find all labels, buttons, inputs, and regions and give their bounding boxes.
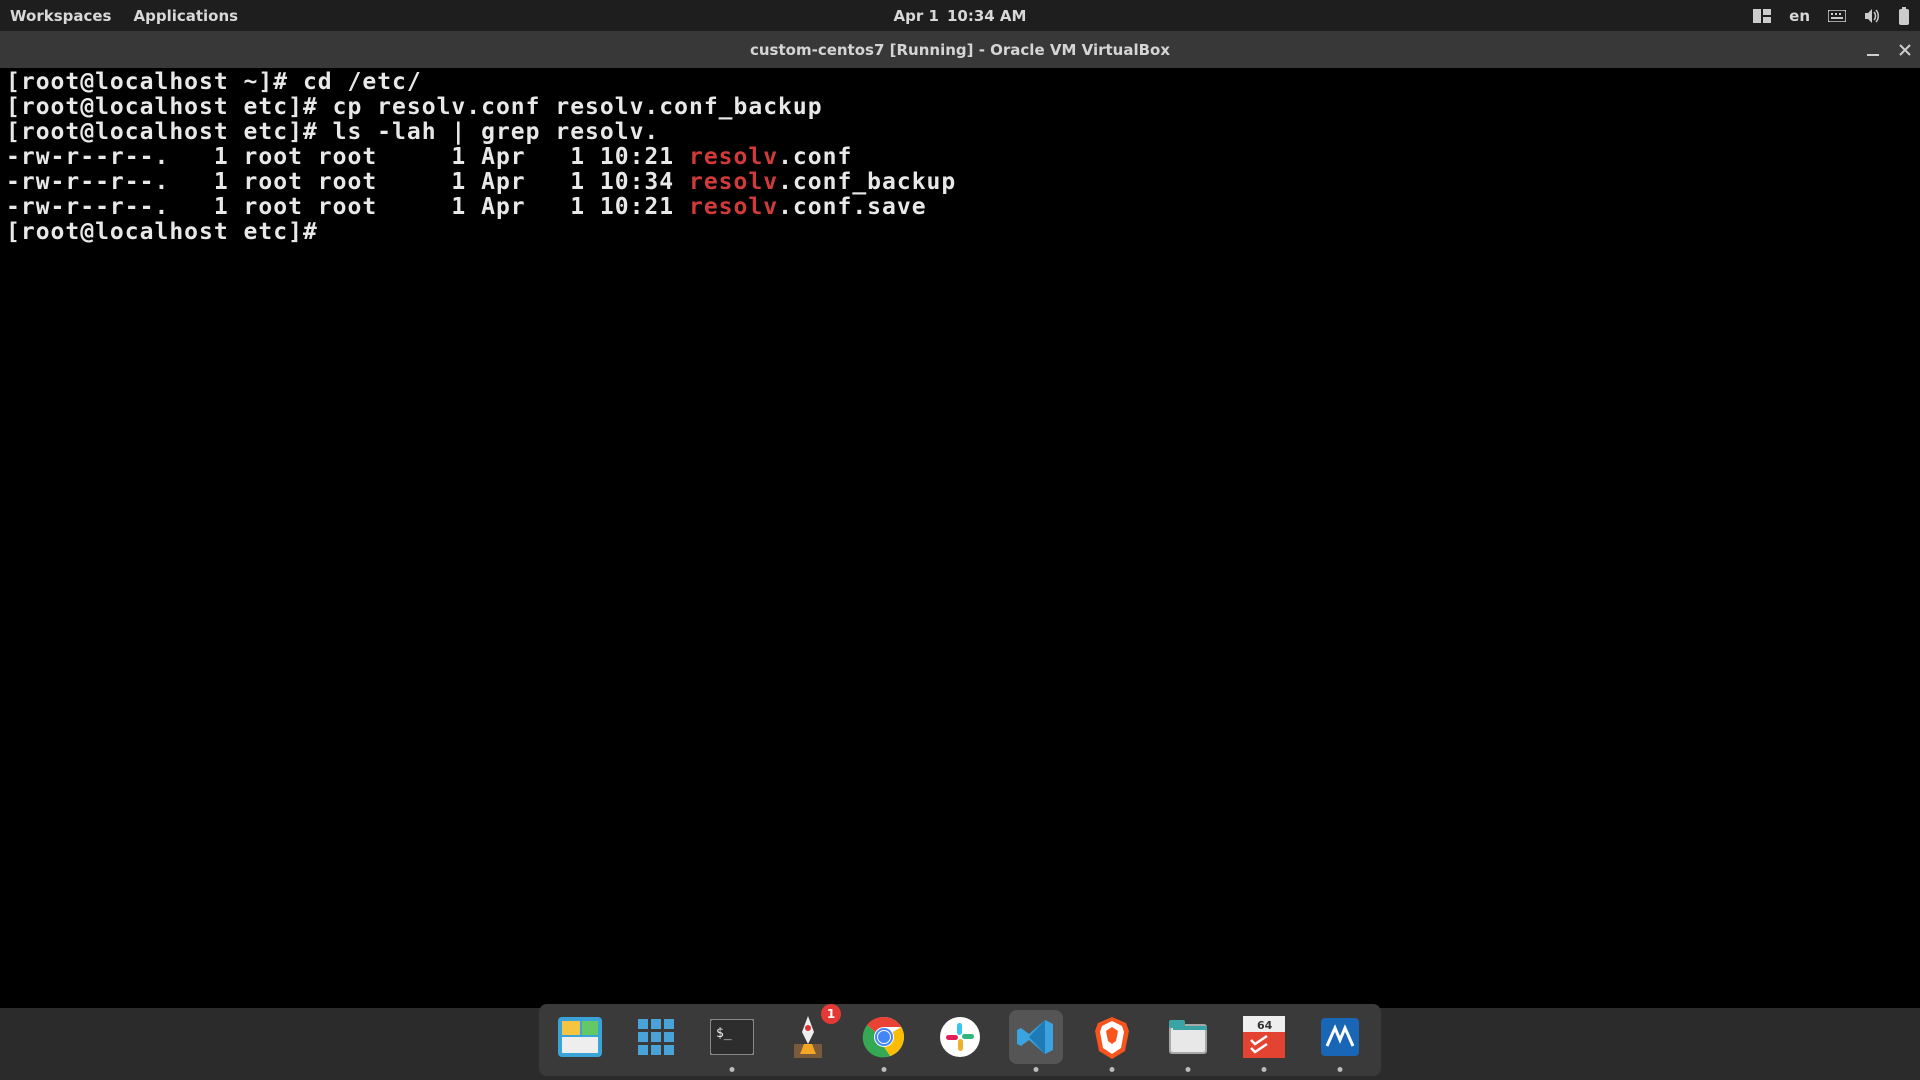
window-titlebar[interactable]: custom-centos7 [Running] - Oracle VM Vir… [0,31,1920,68]
virtualbox-icon[interactable] [1313,1010,1367,1064]
keyboard-icon[interactable] [1828,10,1846,22]
dock: $_ 1 64 [539,1004,1381,1076]
slack-icon[interactable] [933,1010,987,1064]
clock[interactable]: Apr 1 10:34 AM [894,7,1027,25]
svg-text:$_: $_ [716,1026,732,1041]
language-indicator[interactable]: en [1789,7,1810,25]
running-indicator-dot [730,1067,735,1072]
calendar-todoist-icon[interactable]: 64 [1237,1010,1291,1064]
minimize-button[interactable] [1866,43,1880,57]
svg-text:64: 64 [1257,1019,1273,1032]
running-indicator-dot [1262,1067,1267,1072]
window-title: custom-centos7 [Running] - Oracle VM Vir… [750,41,1170,59]
battery-icon[interactable] [1898,7,1910,25]
brave-icon[interactable] [1085,1010,1139,1064]
desktop-topbar: Workspaces Applications Apr 1 10:34 AM e… [0,0,1920,31]
running-indicator-dot [1110,1067,1115,1072]
apps-grid-icon[interactable] [629,1010,683,1064]
tiling-icon[interactable] [1753,9,1771,23]
notification-badge: 1 [821,1004,841,1024]
files-icon[interactable] [1161,1010,1215,1064]
terminal-line: [root@localhost etc]# ls -lah | grep res… [6,119,659,145]
terminal-line: [root@localhost etc]# cp resolv.conf res… [6,94,823,120]
running-indicator-dot [1034,1067,1039,1072]
terminal-line: -rw-r--r--. 1 root root 1 Apr 1 10:21 re… [6,194,927,220]
chrome-icon[interactable] [857,1010,911,1064]
rocket-launcher-icon[interactable]: 1 [781,1010,835,1064]
dock-area: $_ 1 64 [0,1008,1920,1080]
terminal-icon[interactable]: $_ [705,1010,759,1064]
clock-date: Apr 1 [894,7,939,25]
volume-icon[interactable] [1864,9,1880,23]
running-indicator-dot [1338,1067,1343,1072]
desktop-icon[interactable] [553,1010,607,1064]
clock-time: 10:34 AM [947,7,1027,25]
applications-button[interactable]: Applications [133,7,238,25]
close-button[interactable] [1898,43,1912,57]
terminal-line: [root@localhost ~]# cd /etc/ [6,69,422,95]
terminal-line: -rw-r--r--. 1 root root 1 Apr 1 10:34 re… [6,169,956,195]
running-indicator-dot [1186,1067,1191,1072]
running-indicator-dot [882,1067,887,1072]
vm-terminal[interactable]: [root@localhost ~]# cd /etc/ [root@local… [0,68,1920,1008]
workspaces-button[interactable]: Workspaces [10,7,111,25]
vscode-icon[interactable] [1009,1010,1063,1064]
terminal-line: -rw-r--r--. 1 root root 1 Apr 1 10:21 re… [6,144,852,170]
terminal-line: [root@localhost etc]# [6,219,333,245]
